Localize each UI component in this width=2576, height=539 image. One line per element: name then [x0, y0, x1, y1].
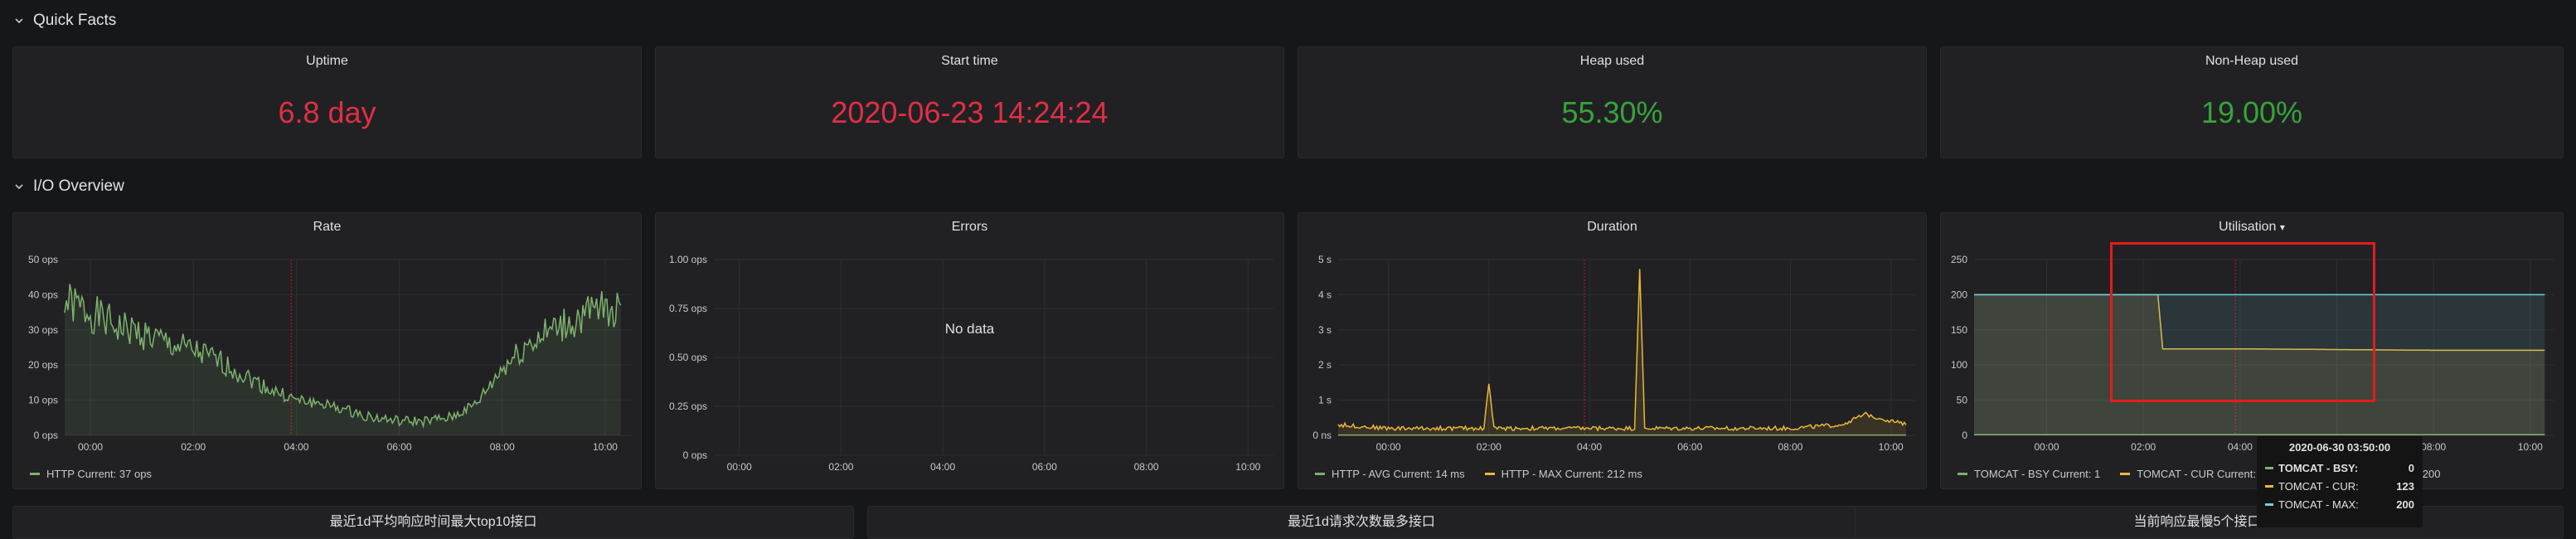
x-tick-label: 02:00	[1477, 441, 1501, 453]
row-header-io-overview[interactable]: I/O Overview	[13, 174, 124, 199]
y-tick-label: 100	[1951, 359, 1967, 371]
legend-item-tomcat-bsy[interactable]: TOMCAT - BSY Current: 1	[1957, 468, 2100, 480]
y-tick-label: 40 ops	[28, 289, 58, 300]
legend-item-http-avg[interactable]: HTTP - AVG Current: 14 ms	[1315, 468, 1465, 480]
panel-title: 当前响应最慢5个接口	[1831, 510, 2563, 530]
x-tick-label: 08:00	[2421, 441, 2446, 453]
series-fill	[1338, 269, 1906, 435]
tooltip-row: TOMCAT - BSY: 0	[2265, 459, 2414, 477]
x-tick-label: 04:00	[1577, 441, 1602, 453]
x-tick-label: 00:00	[2034, 441, 2059, 453]
y-tick-label: 0 ops	[34, 430, 58, 441]
duration-chart[interactable]: 0 ns 1 s 2 s 3 s 4 s 5 s 00:00 02:00 04:00 06:00 0…	[1298, 213, 1928, 490]
y-tick-label: 1.00 ops	[669, 254, 707, 265]
graph-tooltip: 2020-06-30 03:50:00 TOMCAT - BSY: 0 TOMC…	[2257, 436, 2423, 527]
y-tick-label: 20 ops	[28, 359, 58, 371]
stat-panel-heap-used[interactable]: Heap used 55.30%	[1298, 46, 1927, 158]
errors-chart[interactable]: 0 ops 0.25 ops 0.50 ops 0.75 ops 1.00 ops 00:…	[656, 213, 1285, 490]
y-tick-label: 10 ops	[28, 395, 58, 406]
y-tick-label: 0.75 ops	[669, 303, 707, 314]
y-tick-label: 5 s	[1318, 254, 1332, 265]
y-tick-label: 0.50 ops	[669, 352, 707, 363]
stat-value: 19.00%	[1941, 95, 2563, 130]
x-tick-label: 04:00	[284, 441, 308, 453]
tooltip-row: TOMCAT - MAX: 200	[2265, 495, 2414, 513]
x-tick-label: 02:00	[828, 461, 853, 473]
y-tick-label: 50	[1957, 395, 1968, 406]
x-tick-label: 10:00	[1879, 441, 1904, 453]
legend-item-http[interactable]: HTTP Current: 37 ops	[30, 468, 152, 480]
x-tick-label: 08:00	[1134, 461, 1159, 473]
y-tick-label: 0.25 ops	[669, 401, 707, 412]
stat-value: 2020-06-23 14:24:24	[656, 95, 1283, 130]
panel-title: 最近1d请求次数最多接口	[868, 510, 1855, 530]
legend: HTTP Current: 37 ops	[30, 468, 152, 480]
row-title: Quick Facts	[33, 12, 116, 30]
x-tick-label: 10:00	[593, 441, 618, 453]
x-tick-label: 04:00	[930, 461, 955, 473]
panel-title: Start time	[656, 54, 1283, 69]
rate-chart[interactable]: 0 ops 10 ops 20 ops 30 ops 40 ops 50 ops 00:00…	[13, 213, 643, 490]
x-tick-label: 10:00	[1235, 461, 1260, 473]
x-tick-label: 08:00	[490, 441, 515, 453]
y-tick-label: 30 ops	[28, 324, 58, 336]
x-tick-label: 04:00	[2228, 441, 2253, 453]
x-tick-label: 00:00	[727, 461, 752, 473]
x-tick-label: 00:00	[78, 441, 103, 453]
y-tick-label: 200	[1951, 289, 1967, 300]
panel-title: Heap used	[1298, 54, 1926, 69]
x-tick-label: 02:00	[181, 441, 206, 453]
panel-title: Non-Heap used	[1941, 54, 2563, 69]
x-tick-label: 10:00	[2518, 441, 2543, 453]
no-data-label: No data	[656, 321, 1283, 337]
stat-panel-non-heap-used[interactable]: Non-Heap used 19.00%	[1940, 46, 2564, 158]
highlight-rectangle	[2110, 242, 2375, 402]
y-tick-label: 2 s	[1318, 359, 1332, 371]
table-panel-current-slowest[interactable]: 当前响应最慢5个接口	[1831, 506, 2564, 539]
stat-panel-uptime[interactable]: Uptime 6.8 day	[12, 46, 642, 158]
y-tick-label: 3 s	[1318, 324, 1332, 336]
graph-panel-errors[interactable]: Errors 0 ops0.25 ops0.50 ops0.75 ops1.00…	[655, 212, 1284, 489]
y-tick-label: 250	[1951, 254, 1967, 265]
row-title: I/O Overview	[33, 177, 124, 196]
series-line	[1338, 269, 1906, 430]
legend: HTTP - AVG Current: 14 ms HTTP - MAX Cur…	[1315, 468, 1642, 480]
x-tick-label: 06:00	[1677, 441, 1702, 453]
tooltip-row: TOMCAT - CUR: 123	[2265, 477, 2414, 495]
x-tick-label: 06:00	[387, 441, 412, 453]
stat-panel-start-time[interactable]: Start time 2020-06-23 14:24:24	[655, 46, 1284, 158]
x-tick-label: 02:00	[2131, 441, 2156, 453]
panel-title: 最近1d平均响应时间最大top10接口	[13, 510, 853, 530]
chevron-down-icon	[13, 15, 25, 27]
legend-item-tomcat-cur[interactable]: TOMCAT - CUR Current:	[2120, 468, 2256, 480]
legend-item-http-max[interactable]: HTTP - MAX Current: 212 ms	[1485, 468, 1642, 480]
stat-value: 6.8 day	[13, 95, 641, 130]
tooltip-time: 2020-06-30 03:50:00	[2265, 441, 2414, 454]
chevron-down-icon	[13, 181, 25, 192]
y-tick-label: 4 s	[1318, 289, 1332, 300]
x-tick-label: 00:00	[1376, 441, 1401, 453]
series-fill	[65, 284, 621, 435]
stat-value: 55.30%	[1298, 95, 1926, 130]
x-tick-label: 08:00	[1778, 441, 1802, 453]
y-tick-label: 0	[1962, 430, 1967, 441]
graph-panel-duration[interactable]: Duration 0 ns1 s2 s3 s4 s5 s00:0002:0004…	[1298, 212, 1927, 489]
panel-title: Uptime	[13, 54, 641, 69]
y-tick-label: 0 ops	[683, 449, 707, 461]
table-panel-most-requested[interactable]: 最近1d请求次数最多接口	[867, 506, 1856, 539]
y-tick-label: 50 ops	[28, 254, 58, 265]
x-tick-label: 06:00	[1032, 461, 1057, 473]
graph-panel-rate[interactable]: Rate 0 ops10 ops20 ops30 ops40 ops50 ops…	[12, 212, 642, 489]
y-tick-label: 1 s	[1318, 395, 1332, 406]
table-panel-top10-slowest[interactable]: 最近1d平均响应时间最大top10接口	[12, 506, 854, 539]
y-tick-label: 150	[1951, 324, 1967, 336]
y-tick-label: 0 ns	[1312, 430, 1332, 441]
row-header-quick-facts[interactable]: Quick Facts	[13, 8, 116, 33]
